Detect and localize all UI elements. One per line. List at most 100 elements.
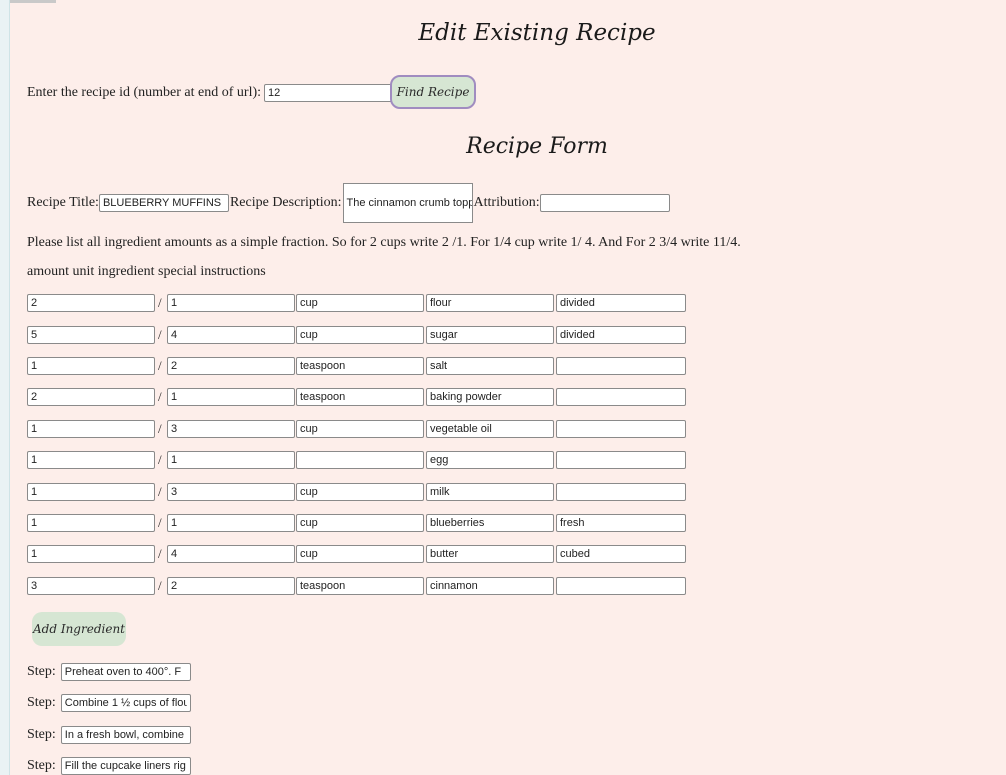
ingredient-special-input[interactable] (556, 388, 686, 406)
ingredient-special-input[interactable] (556, 514, 686, 532)
ingredient-unit-input[interactable] (296, 483, 424, 501)
ingredient-amount-numerator[interactable] (27, 451, 155, 469)
ingredient-row: / (27, 514, 687, 532)
ingredient-amount-denominator[interactable] (167, 294, 295, 312)
ingredient-name-input[interactable] (426, 420, 554, 438)
fraction-slash: / (158, 421, 162, 436)
step-row: Step: (27, 694, 191, 712)
top-scroll-tab (10, 0, 56, 3)
ingredient-unit-input[interactable] (296, 451, 424, 469)
ingredient-unit-input[interactable] (296, 577, 424, 595)
fraction-instructions: Please list all ingredient amounts as a … (27, 235, 741, 251)
ingredient-amount-numerator[interactable] (27, 326, 155, 344)
fraction-slash: / (158, 546, 162, 561)
ingredient-special-input[interactable] (556, 483, 686, 501)
ingredient-row: / (27, 451, 687, 469)
step-input[interactable] (60, 694, 191, 712)
ingredient-name-input[interactable] (426, 357, 554, 375)
fraction-instructions-text: Please list all ingredient amounts as a … (27, 235, 741, 250)
ingredient-columns: amount unit ingredient special instructi… (27, 264, 266, 280)
ingredient-unit-input[interactable] (296, 326, 424, 344)
recipe-id-row: Enter the recipe id (number at end of ur… (27, 84, 394, 102)
ingredient-amount-denominator[interactable] (167, 451, 295, 469)
ingredient-amount-denominator[interactable] (167, 326, 295, 344)
ingredient-row: / (27, 577, 687, 595)
find-recipe-button[interactable]: Find Recipe (390, 75, 476, 109)
ingredient-row: / (27, 420, 687, 438)
recipe-id-label: Enter the recipe id (number at end of ur… (27, 85, 262, 100)
ingredient-name-input[interactable] (426, 483, 554, 501)
attribution-input[interactable] (539, 194, 670, 212)
ingredient-special-input[interactable] (556, 451, 686, 469)
ingredient-amount-denominator[interactable] (167, 420, 295, 438)
ingredient-special-input[interactable] (556, 420, 686, 438)
fraction-slash: / (158, 327, 162, 342)
ingredient-unit-input[interactable] (296, 514, 424, 532)
ingredient-amount-numerator[interactable] (27, 577, 155, 595)
step-row: Step: (27, 663, 191, 681)
ingredient-special-input[interactable] (556, 577, 686, 595)
ingredient-row: / (27, 483, 687, 501)
ingredient-amount-denominator[interactable] (167, 545, 295, 563)
recipe-description-text: The cinnamon crumb topping (346, 197, 472, 209)
ingredient-name-input[interactable] (426, 514, 554, 532)
step-label: Step: (27, 758, 56, 773)
ingredient-unit-input[interactable] (296, 294, 424, 312)
ingredient-amount-denominator[interactable] (167, 483, 295, 501)
ingredient-name-input[interactable] (426, 545, 554, 563)
step-input[interactable] (60, 757, 191, 775)
fraction-slash: / (158, 389, 162, 404)
ingredient-unit-input[interactable] (296, 388, 424, 406)
step-input[interactable] (60, 663, 191, 681)
recipe-title-label: Recipe Title: (27, 195, 99, 210)
ingredient-amount-denominator[interactable] (167, 357, 295, 375)
ingredient-unit-input[interactable] (296, 357, 424, 375)
ingredient-special-input[interactable] (556, 545, 686, 563)
ingredient-unit-input[interactable] (296, 545, 424, 563)
recipe-id-input[interactable] (264, 84, 394, 102)
ingredient-name-input[interactable] (426, 326, 554, 344)
fraction-slash: / (158, 484, 162, 499)
ingredient-amount-denominator[interactable] (167, 388, 295, 406)
ingredient-amount-numerator[interactable] (27, 514, 155, 532)
attribution-label: Attribution: (473, 195, 540, 210)
ingredient-row: / (27, 326, 687, 344)
ingredient-amount-numerator[interactable] (27, 357, 155, 375)
add-ingredient-button[interactable]: Add Ingredient (32, 612, 126, 646)
fraction-slash: / (158, 358, 162, 373)
ingredient-columns-text: amount unit ingredient special instructi… (27, 264, 266, 279)
ingredient-amount-denominator[interactable] (167, 577, 295, 595)
recipe-meta-row: Recipe Title: Recipe Description: The ci… (27, 183, 670, 223)
ingredient-special-input[interactable] (556, 294, 686, 312)
ingredient-amount-numerator[interactable] (27, 545, 155, 563)
ingredient-name-input[interactable] (426, 577, 554, 595)
step-row: Step: (27, 757, 191, 775)
ingredient-name-input[interactable] (426, 388, 554, 406)
step-label: Step: (27, 664, 56, 679)
page-title: Edit Existing Recipe (418, 20, 656, 46)
ingredient-row: / (27, 294, 687, 312)
form-title: Recipe Form (466, 134, 608, 159)
step-label: Step: (27, 695, 56, 710)
recipe-description-textarea[interactable]: The cinnamon crumb topping (342, 183, 473, 223)
ingredient-special-input[interactable] (556, 326, 686, 344)
ingredient-amount-numerator[interactable] (27, 483, 155, 501)
fraction-slash: / (158, 452, 162, 467)
fraction-slash: / (158, 578, 162, 593)
ingredient-amount-denominator[interactable] (167, 514, 295, 532)
recipe-title-input[interactable] (98, 194, 229, 212)
ingredient-row: / (27, 388, 687, 406)
ingredient-row: / (27, 545, 687, 563)
ingredient-special-input[interactable] (556, 357, 686, 375)
ingredient-amount-numerator[interactable] (27, 388, 155, 406)
ingredient-unit-input[interactable] (296, 420, 424, 438)
ingredient-amount-numerator[interactable] (27, 420, 155, 438)
recipe-description-label: Recipe Description: (229, 195, 342, 210)
ingredient-name-input[interactable] (426, 451, 554, 469)
ingredient-amount-numerator[interactable] (27, 294, 155, 312)
page-left-edge (0, 0, 10, 775)
step-label: Step: (27, 727, 56, 742)
ingredient-name-input[interactable] (426, 294, 554, 312)
fraction-slash: / (158, 295, 162, 310)
step-input[interactable] (60, 726, 191, 744)
